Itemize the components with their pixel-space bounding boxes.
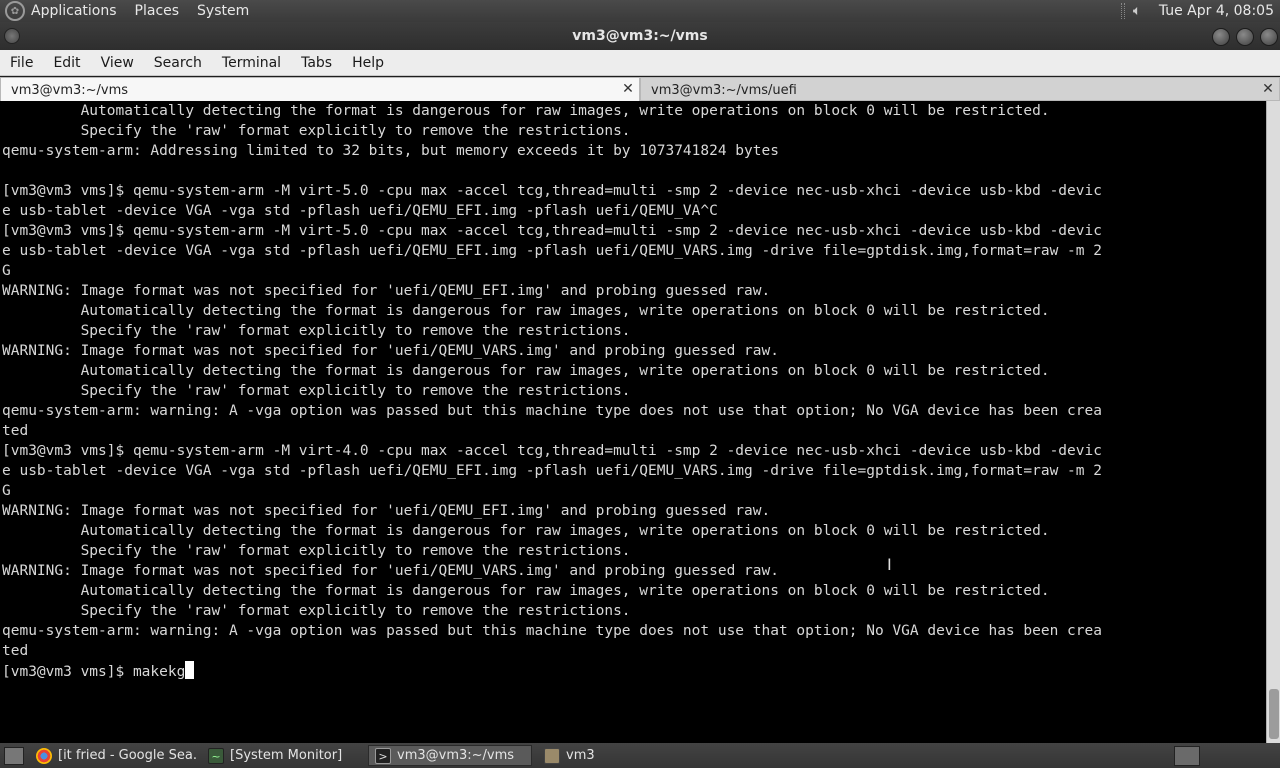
terminal-line: G [2,263,11,279]
terminal-line: G [2,483,11,499]
terminal-line: Automatically detecting the format is da… [2,303,1050,319]
terminal-line: Specify the 'raw' format explicitly to r… [2,383,631,399]
close-tab-icon[interactable]: ✕ [1261,81,1275,97]
clock[interactable]: Tue Apr 4, 08:05 [1159,3,1280,19]
terminal-output[interactable]: Automatically detecting the format is da… [0,101,1266,743]
mouse-ibeam-icon: I [887,555,892,574]
taskbar-label: [it fried - Google Sea... [58,748,196,763]
gnome-foot-icon[interactable]: ✿ [5,1,25,21]
menu-view[interactable]: View [91,55,144,71]
bottom-panel: [it fried - Google Sea... ~ [System Moni… [0,743,1280,768]
terminal-line: WARNING: Image format was not specified … [2,563,779,579]
terminal-line: qemu-system-arm: warning: A -vga option … [2,623,1102,639]
terminal-line: WARNING: Image format was not specified … [2,283,771,299]
terminal-line: qemu-system-arm: Addressing limited to 3… [2,143,779,159]
terminal-line: Automatically detecting the format is da… [2,363,1050,379]
places-menu[interactable]: Places [135,3,180,19]
taskbar-label: vm3@vm3:~/vms [397,748,515,763]
menu-file[interactable]: File [0,55,43,71]
top-panel: ✿ Applications Places System 🔈︎ Tue Apr … [0,0,1280,22]
panel-grip [1120,3,1125,19]
show-desktop-icon[interactable] [4,746,24,765]
taskbar-item-chrome[interactable]: [it fried - Google Sea... [30,745,196,766]
terminal-line: WARNING: Image format was not specified … [2,503,771,519]
applications-menu[interactable]: Applications [31,3,117,19]
tab-label: vm3@vm3:~/vms/uefi [651,83,797,98]
menubar: File Edit View Search Terminal Tabs Help [0,50,1280,76]
terminal-line: Specify the 'raw' format explicitly to r… [2,123,631,139]
terminal-prompt-line[interactable]: [vm3@vm3 vms]$ makekg [2,661,1264,681]
maximize-button[interactable] [1236,28,1254,46]
terminal-line: Specify the 'raw' format explicitly to r… [2,543,631,559]
terminal-line: Automatically detecting the format is da… [2,523,1050,539]
terminal-line: e usb-tablet -device VGA -vga std -pflas… [2,203,718,219]
terminal-line: ted [2,643,29,659]
chrome-icon [36,747,52,764]
volume-icon[interactable]: 🔈︎ [1133,2,1149,20]
tab-bar: vm3@vm3:~/vms ✕ vm3@vm3:~/vms/uefi ✕ [0,77,1280,101]
terminal-line: [vm3@vm3 vms]$ qemu-system-arm -M virt-4… [2,443,1102,459]
terminal-line: WARNING: Image format was not specified … [2,343,779,359]
workspace-switcher[interactable] [1174,745,1200,766]
window-titlebar[interactable]: vm3@vm3:~/vms [0,22,1280,50]
terminal-line: Automatically detecting the format is da… [2,583,1050,599]
taskbar-label: vm3 [566,748,595,763]
terminal-line: [vm3@vm3 vms]$ qemu-system-arm -M virt-5… [2,183,1102,199]
close-tab-icon[interactable]: ✕ [621,81,635,97]
terminal-scrollbar[interactable] [1266,101,1280,743]
prompt-text: [vm3@vm3 vms]$ makekg [2,664,186,680]
window-title: vm3@vm3:~/vms [572,28,708,44]
menu-tabs[interactable]: Tabs [291,55,342,71]
terminal-line: qemu-system-arm: warning: A -vga option … [2,403,1102,419]
terminal-line: [vm3@vm3 vms]$ qemu-system-arm -M virt-5… [2,223,1102,239]
taskbar-item-folder[interactable]: vm3 [538,745,618,766]
close-window-button[interactable] [1260,28,1278,46]
system-monitor-icon: ~ [208,747,224,764]
text-cursor [185,661,195,679]
tab-vms[interactable]: vm3@vm3:~/vms ✕ [0,77,640,101]
taskbar-label: [System Monitor] [230,748,343,763]
taskbar-item-system-monitor[interactable]: ~ [System Monitor] [202,745,362,766]
terminal-icon: > [375,747,391,764]
menu-edit[interactable]: Edit [43,55,90,71]
tab-label: vm3@vm3:~/vms [11,83,129,98]
folder-icon [544,747,560,764]
scrollbar-thumb[interactable] [1269,689,1279,739]
menu-help[interactable]: Help [342,55,394,71]
tab-vms-uefi[interactable]: vm3@vm3:~/vms/uefi ✕ [640,77,1280,101]
terminal-line: Automatically detecting the format is da… [2,103,1050,119]
terminal-line: e usb-tablet -device VGA -vga std -pflas… [2,243,1102,259]
taskbar-item-terminal[interactable]: > vm3@vm3:~/vms [368,745,532,766]
menu-search[interactable]: Search [144,55,212,71]
terminal-line: Specify the 'raw' format explicitly to r… [2,323,631,339]
system-menu[interactable]: System [197,3,249,19]
terminal-line: ted [2,423,29,439]
terminal-line: e usb-tablet -device VGA -vga std -pflas… [2,463,1102,479]
terminal-line: Specify the 'raw' format explicitly to r… [2,603,631,619]
minimize-button[interactable] [1212,28,1230,46]
menu-terminal[interactable]: Terminal [212,55,291,71]
